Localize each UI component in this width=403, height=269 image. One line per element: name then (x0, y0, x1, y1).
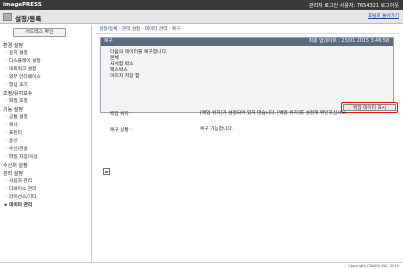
sidebar-item[interactable]: 디바이스 관리 (0, 186, 92, 194)
breadcrumb: 설정/등록 : 관리 설정 : 데이터 관리 : 복구 (96, 25, 399, 34)
sidebar-item[interactable]: 프린터 (0, 130, 92, 138)
sidebar-item[interactable]: 송신 (0, 138, 92, 146)
sidebar-item[interactable]: 용지 설정 (0, 50, 92, 58)
sidebar: 어드레스 확인 환경 설정 용지 설정 디스플레이 설정 네트워크 설정 외부 … (0, 25, 92, 262)
sidebar-item-data-management[interactable]: 데이터 관리 (0, 202, 92, 210)
property-value: 복구 가능합니다. (200, 127, 234, 132)
sidebar-item[interactable]: 라이선스/기타 (0, 194, 92, 202)
user-info[interactable]: 관리자 로그인 사용자: 7654321 로그아웃 (309, 2, 399, 9)
sidebar-group[interactable]: 기능 설정 (0, 106, 92, 114)
breadcrumb-current: 복구 (171, 27, 181, 32)
property-row: 복구 상황 : 복구 가능합니다. (104, 125, 394, 137)
portal-link[interactable]: 포털로 돌아가기 (368, 13, 399, 19)
panel-title: 복구 (104, 39, 113, 44)
main-content: 설정/등록 : 관리 설정 : 데이터 관리 : 복구 복구 최종 업데이트 :… (96, 25, 399, 262)
brand-logo: imagePRESS (3, 2, 42, 8)
sidebar-menu: 환경 설정 용지 설정 디스플레이 설정 네트워크 설정 외부 인터페이스 항상… (0, 42, 92, 210)
settings-icon (3, 13, 12, 21)
top-bar: imagePRESS 관리자 로그인 사용자: 7654321 로그아웃 (0, 0, 403, 10)
breadcrumb-link[interactable]: 설정/등록 (99, 27, 117, 32)
sidebar-item[interactable]: 항상 초기 (0, 82, 92, 90)
sidebar-item[interactable]: 화질 조정 (0, 98, 92, 106)
print-icon[interactable] (103, 168, 110, 175)
sidebar-item[interactable]: 공통 설정 (0, 114, 92, 122)
sidebar-group[interactable]: 환경 설정 (0, 42, 92, 50)
panel-header: 복구 최종 업데이트 : 23/01 2015 3:46:58 (101, 38, 393, 46)
restore-item: 이미지 저장 함 (110, 74, 140, 79)
breadcrumb-link[interactable]: 관리 설정 (122, 27, 140, 32)
sidebar-group[interactable]: 조정/유지보수 (0, 90, 92, 98)
sidebar-item[interactable]: 네트워크 설정 (0, 66, 92, 74)
sidebar-item[interactable]: 외부 인터페이스 (0, 74, 92, 82)
page-header: 설정/등록 포털로 돌아가기 (0, 10, 403, 24)
sidebar-item[interactable]: 파일 저장/이용 (0, 154, 92, 162)
sidebar-item[interactable]: 사용자 관리 (0, 178, 92, 186)
property-key: 백업 위치 : (110, 112, 132, 117)
page-title: 설정/등록 (15, 15, 42, 23)
address-check-button[interactable]: 어드레스 확인 (13, 28, 66, 37)
copyright: Copyright CANON INC. 2015 (348, 264, 399, 268)
sidebar-item[interactable]: 수신/전송 (0, 146, 92, 154)
property-value: [백업 위치]가 설정되어 있지 않습니다. [백업 위치]를 설정해 확인하십… (200, 111, 348, 116)
restore-properties: 백업 위치 : [백업 위치]가 설정되어 있지 않습니다. [백업 위치]를 … (104, 109, 394, 137)
sidebar-item[interactable]: 디스플레이 설정 (0, 58, 92, 66)
property-row: 백업 위치 : [백업 위치]가 설정되어 있지 않습니다. [백업 위치]를 … (104, 109, 394, 121)
sidebar-group[interactable]: 관리 설정 (0, 170, 92, 178)
footer: Copyright CANON INC. 2015 (0, 262, 403, 269)
property-key: 복구 상황 : (110, 128, 132, 133)
sidebar-group[interactable]: 수신처 설정 (0, 162, 92, 170)
sidebar-item[interactable]: 복사 (0, 122, 92, 130)
restore-data-list: 다음의 데이터를 복구합니다. 본체 사서함 박스 팩스박스 이미지 저장 함 (101, 46, 393, 80)
last-update-timestamp: 최종 업데이트 : 23/01 2015 3:46:58 (308, 39, 389, 44)
breadcrumb-link[interactable]: 데이터 관리 (145, 27, 168, 32)
restore-panel: 복구 최종 업데이트 : 23/01 2015 3:46:58 다음의 데이터를… (100, 37, 398, 113)
